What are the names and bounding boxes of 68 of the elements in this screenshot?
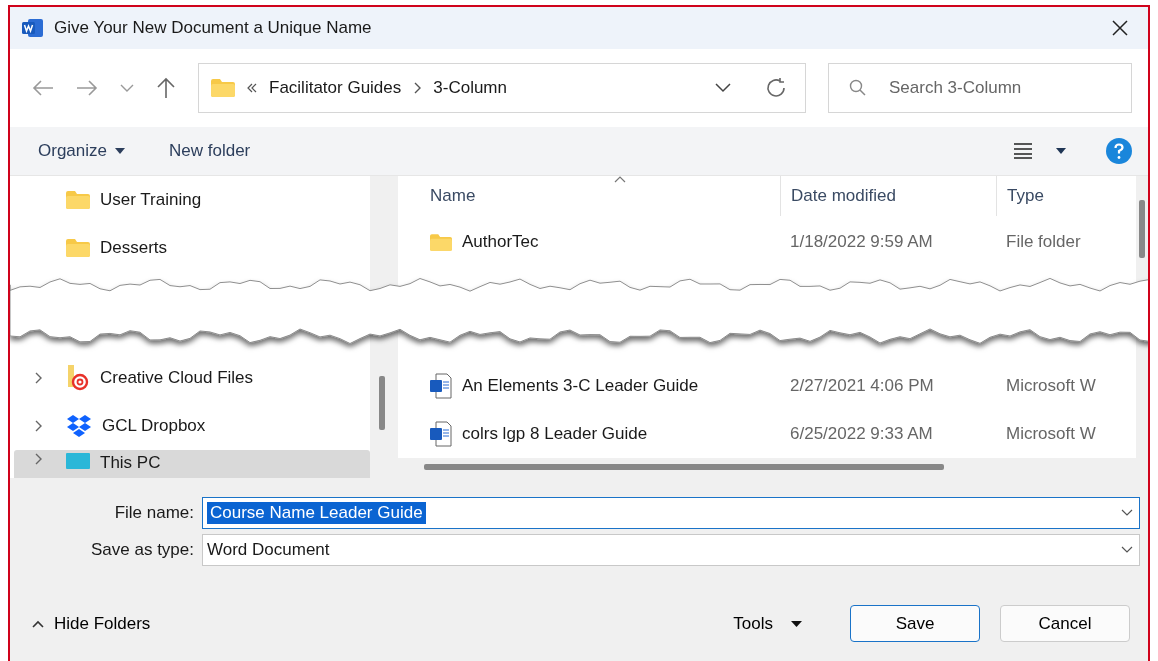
caret-icon xyxy=(115,148,125,154)
scrollbar-thumb[interactable] xyxy=(424,464,944,470)
sort-caret-icon xyxy=(614,176,626,183)
sidebar-item[interactable]: Creative Cloud Files xyxy=(14,354,370,402)
file-name: colrs lgp 8 Leader Guide xyxy=(462,424,648,444)
cloud-folder-icon xyxy=(66,365,90,391)
file-row[interactable]: An Elements 3-C Leader Guide 2/27/2021 4:06 PM Microsoft W xyxy=(398,362,1136,410)
tools-menu-button[interactable]: Tools xyxy=(727,612,808,635)
folder-icon xyxy=(430,233,452,251)
chevron-right-icon[interactable] xyxy=(34,420,42,432)
close-icon[interactable] xyxy=(1112,20,1128,36)
sidebar-item[interactable]: GCL Dropbox xyxy=(14,402,370,450)
word-document-icon xyxy=(430,421,452,447)
word-document-icon xyxy=(430,373,452,399)
search-field[interactable]: Search 3-Column xyxy=(887,77,1111,99)
folder-icon xyxy=(66,191,90,209)
caret-icon[interactable] xyxy=(1056,148,1066,154)
file-type: Microsoft W xyxy=(1005,424,1097,444)
new-folder-button[interactable]: New folder xyxy=(169,137,251,165)
sidebar-item[interactable]: This PC xyxy=(14,450,370,478)
scrollbar-thumb[interactable] xyxy=(1139,200,1145,258)
address-bar[interactable]: Facilitator Guides 3-Column xyxy=(198,63,806,113)
chevron-down-icon[interactable] xyxy=(1121,508,1133,517)
breadcrumb[interactable]: 3-Column xyxy=(433,78,507,98)
chevron-down-icon[interactable] xyxy=(715,83,731,93)
dropbox-icon xyxy=(66,414,92,438)
window-title: Give Your New Document a Unique Name xyxy=(54,18,372,38)
file-row[interactable]: colrs lgp 8 Leader Guide 6/25/2022 9:33 AM Microsoft W xyxy=(398,410,1136,458)
date-modified: 1/18/2022 9:59 AM xyxy=(789,232,934,252)
file-type: Microsoft W xyxy=(1005,376,1097,396)
breadcrumb[interactable]: Facilitator Guides xyxy=(269,78,402,98)
save-as-type-label: Save as type: xyxy=(90,539,194,560)
folder-icon xyxy=(211,79,235,97)
hide-folders-button[interactable]: Hide Folders xyxy=(26,612,157,635)
refresh-icon[interactable] xyxy=(765,77,787,99)
chevron-right-icon[interactable] xyxy=(34,453,42,465)
file-type: File folder xyxy=(1005,232,1082,252)
save-button[interactable]: Save xyxy=(850,605,980,642)
help-icon[interactable] xyxy=(1106,138,1132,164)
caret-up-icon xyxy=(32,619,44,628)
column-header[interactable]: Date modified xyxy=(780,176,996,216)
back-arrow-icon[interactable] xyxy=(32,79,54,97)
chevron-right-icon[interactable] xyxy=(34,372,42,384)
column-header[interactable]: Name xyxy=(398,176,780,216)
date-modified: 6/25/2022 9:33 AM xyxy=(789,424,934,444)
overflow-chevron-icon[interactable] xyxy=(247,83,257,93)
list-view-icon[interactable] xyxy=(1014,143,1032,159)
search-icon xyxy=(849,79,867,97)
file-name: An Elements 3-C Leader Guide xyxy=(462,376,699,396)
date-modified: 2/27/2021 4:06 PM xyxy=(789,376,935,396)
sidebar-item[interactable]: Desserts xyxy=(14,224,370,272)
column-header[interactable]: Type xyxy=(996,176,1114,216)
file-name: AuthorTec xyxy=(462,232,539,252)
file-row[interactable]: AuthorTec 1/18/2022 9:59 AM File folder xyxy=(398,216,1136,268)
caret-icon xyxy=(791,620,802,627)
sidebar-item[interactable]: User Training xyxy=(14,176,370,224)
save-as-type-dropdown[interactable]: Word Document xyxy=(202,533,1140,566)
word-app-icon xyxy=(22,18,44,38)
chevron-right-icon xyxy=(413,82,422,94)
file-name-label: File name: xyxy=(113,502,194,523)
organize-menu-button[interactable]: Organize xyxy=(38,137,125,165)
cancel-button[interactable]: Cancel xyxy=(1000,605,1130,642)
forward-arrow-icon[interactable] xyxy=(76,79,98,97)
up-arrow-icon[interactable] xyxy=(156,77,176,99)
chevron-down-icon[interactable] xyxy=(1121,545,1133,554)
search-box[interactable]: Search 3-Column xyxy=(828,63,1132,113)
folder-icon xyxy=(66,239,90,257)
file-name-field[interactable]: Course Name Leader Guide xyxy=(202,496,1140,529)
